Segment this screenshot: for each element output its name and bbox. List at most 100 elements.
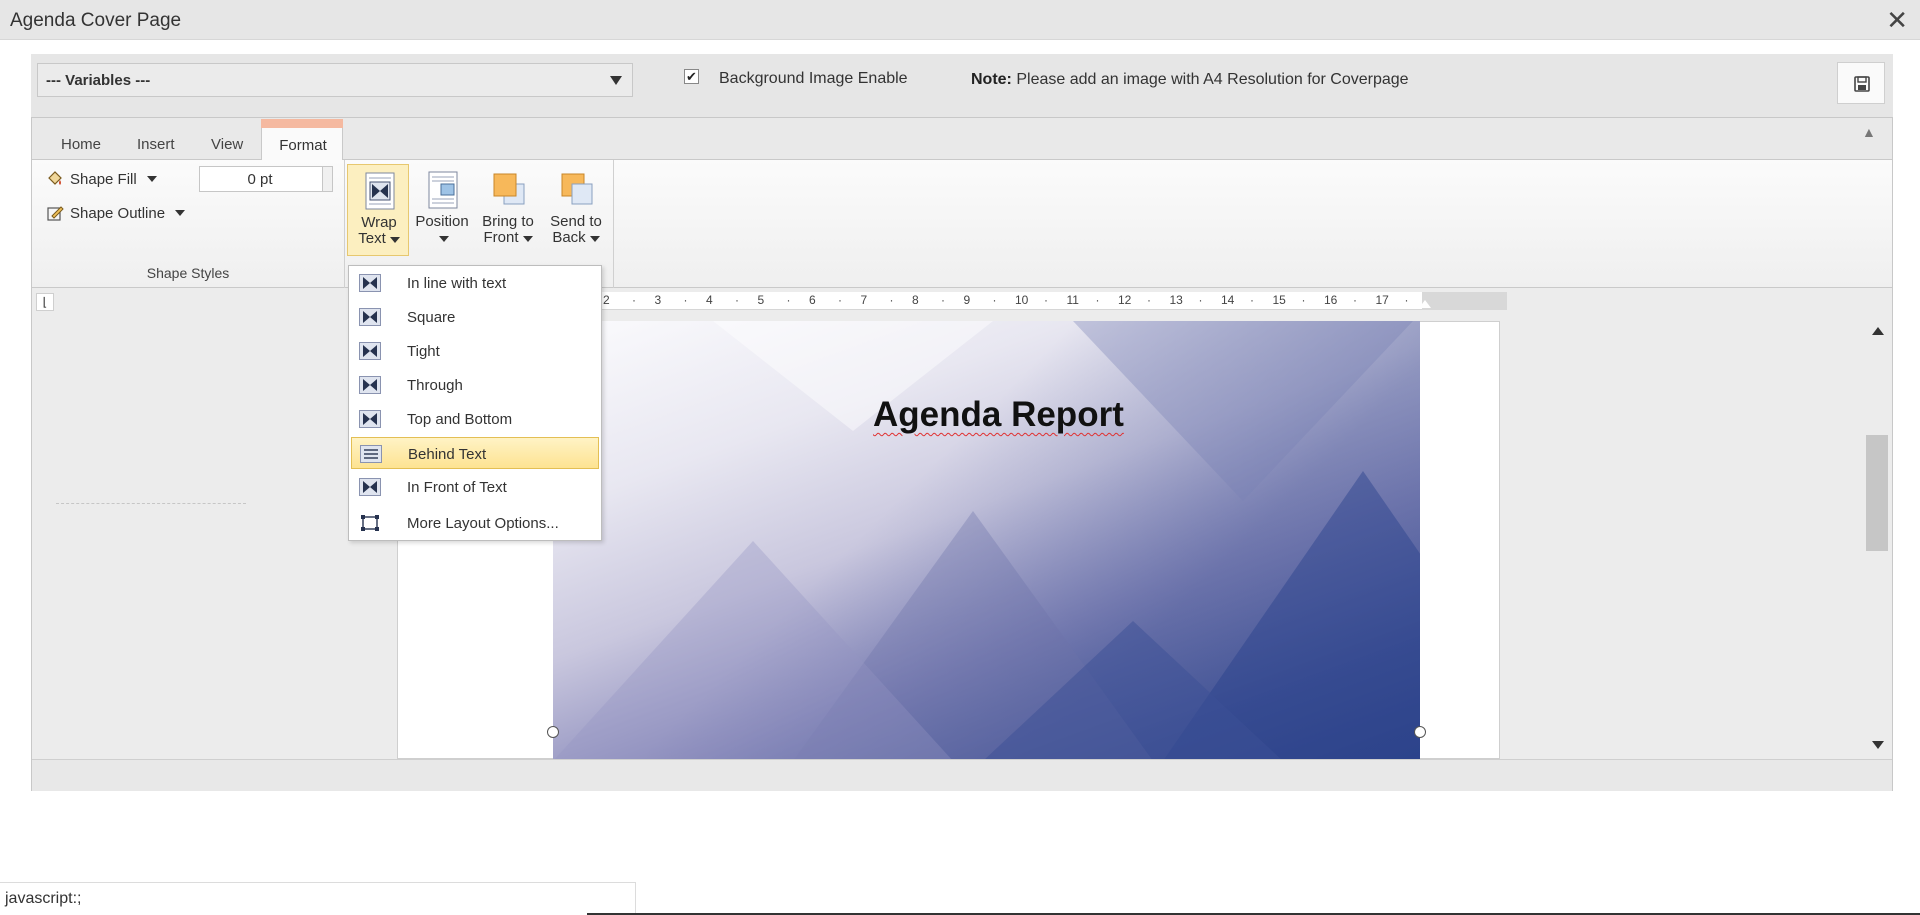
coverpage-note: Note: Please add an image with A4 Resolu… xyxy=(971,71,1409,89)
tab-home[interactable]: Home xyxy=(61,136,101,153)
chevron-down-icon xyxy=(389,237,400,243)
chevron-down-icon xyxy=(589,236,600,242)
tab-format-label: Format xyxy=(279,137,327,154)
right-indent-marker[interactable] xyxy=(1419,300,1431,308)
ruler-tick-mark: · xyxy=(1404,293,1409,307)
ruler-tick-mark: · xyxy=(786,293,791,307)
scroll-up-icon[interactable] xyxy=(1872,327,1884,335)
scrollbar-thumb[interactable] xyxy=(1866,435,1888,551)
wrap-text-menu: In line with text Square Tight Through T… xyxy=(348,265,602,541)
group-separator xyxy=(344,160,345,288)
wrap-text-icon xyxy=(365,172,395,210)
ruler-tick-mark: · xyxy=(735,293,739,307)
editor-status-bar xyxy=(32,759,1892,791)
menu-item-through[interactable]: Through xyxy=(351,369,599,401)
ruler-tick-mark: · xyxy=(632,293,636,307)
ruler-tick-mark: · xyxy=(1147,293,1151,307)
note-label: Note: xyxy=(971,71,1012,88)
ruler-tick-mark: · xyxy=(1198,293,1203,307)
ruler-tick-label: 9 xyxy=(963,293,971,307)
horizontal-ruler[interactable]: 1·2·3·4·5·6·7·8·9·10·11·12·13·14·15·16·1… xyxy=(552,292,1507,310)
send-to-back-button[interactable]: Send to Back xyxy=(545,164,607,256)
ruler-tick-label: 4 xyxy=(706,293,713,307)
ruler-tick-mark: · xyxy=(838,293,842,307)
ruler-tick-mark: · xyxy=(941,293,945,307)
ruler-tick-label: 17 xyxy=(1375,293,1389,307)
window-title: Agenda Cover Page xyxy=(10,10,182,31)
bring-to-front-icon xyxy=(493,173,525,205)
bring-to-front-label: Bring to Front xyxy=(477,214,539,246)
background-image-checkbox[interactable]: ✔ xyxy=(684,69,699,84)
close-icon[interactable]: ✕ xyxy=(1886,7,1908,33)
wrap-text-label-2: Text xyxy=(348,231,410,247)
bring-to-front-label-1: Bring to xyxy=(482,213,534,230)
menu-item-more-layout-options[interactable]: More Layout Options... xyxy=(351,507,599,539)
shape-outline-button[interactable]: Shape Outline xyxy=(46,204,186,222)
wrap-square-icon xyxy=(359,308,381,326)
ruler-tick-mark: · xyxy=(1250,293,1254,307)
shape-outline-label: Shape Outline xyxy=(70,204,166,222)
scroll-down-icon[interactable] xyxy=(1872,741,1884,749)
ruler-tick-mark: · xyxy=(1353,293,1357,307)
chevron-down-icon xyxy=(439,236,449,242)
ruler-tick-label: 15 xyxy=(1272,293,1286,307)
tab-format-accent xyxy=(261,119,343,128)
wrap-inline-icon xyxy=(359,274,381,292)
chevron-down-icon xyxy=(146,176,157,182)
ruler-tick-label: 13 xyxy=(1169,293,1183,307)
ruler-tick-mark: · xyxy=(1301,293,1306,307)
browser-status-bar: javascript:; xyxy=(0,882,636,915)
ruler-tick-label: 2 xyxy=(603,293,610,307)
note-text: Please add an image with A4 Resolution f… xyxy=(1011,71,1409,88)
ruler-tick-mark: · xyxy=(1044,293,1048,307)
group-separator xyxy=(613,160,614,288)
wrap-in-front-icon xyxy=(359,478,381,496)
ruler-tick-mark: · xyxy=(1095,293,1100,307)
paint-bucket-icon xyxy=(48,171,62,185)
resize-handle[interactable] xyxy=(1414,726,1426,738)
save-button[interactable] xyxy=(1837,62,1885,104)
ruler-tick-label: 8 xyxy=(912,293,919,307)
send-to-back-label-1: Send to xyxy=(550,213,602,230)
menu-item-square[interactable]: Square xyxy=(351,301,599,333)
variables-select[interactable]: --- Variables --- xyxy=(37,63,633,97)
ruler-margin xyxy=(1422,292,1507,310)
chevron-down-icon xyxy=(522,236,533,242)
ruler-tick-mark: · xyxy=(889,293,894,307)
position-label-text: Position xyxy=(415,213,469,230)
ruler-tick-label: 5 xyxy=(757,293,765,307)
wrap-text-button[interactable]: Wrap Text xyxy=(347,164,409,256)
ruler-tick-label: 16 xyxy=(1324,293,1338,307)
position-button[interactable]: Position xyxy=(411,164,473,256)
ruler-tick-label: 14 xyxy=(1221,293,1235,307)
wrap-top-bottom-icon xyxy=(359,410,381,428)
floppy-disk-icon xyxy=(1854,76,1870,92)
menu-item-inline[interactable]: In line with text xyxy=(351,267,599,299)
cover-background-image[interactable] xyxy=(553,321,1420,759)
resize-handle[interactable] xyxy=(547,726,559,738)
outline-width-input[interactable]: 0 pt xyxy=(199,166,333,192)
shape-styles-group-label: Shape Styles xyxy=(146,265,230,281)
variables-select-value: --- Variables --- xyxy=(46,72,151,89)
wrap-behind-text-icon xyxy=(360,445,382,463)
position-label: Position xyxy=(411,214,473,246)
menu-item-behind-text[interactable]: Behind Text xyxy=(351,437,599,469)
ruler-tick-label: 12 xyxy=(1118,293,1132,307)
collapse-ribbon-icon[interactable]: ▲ xyxy=(1862,124,1876,140)
menu-item-top-bottom[interactable]: Top and Bottom xyxy=(351,403,599,435)
send-to-back-icon xyxy=(561,173,593,205)
ruler-tick-label: 7 xyxy=(860,293,868,307)
chevron-down-icon xyxy=(175,210,186,216)
browser-status-text: javascript:; xyxy=(5,890,82,907)
document-title[interactable]: Agenda Report xyxy=(873,395,1124,435)
tab-insert[interactable]: Insert xyxy=(137,136,175,153)
bring-to-front-button[interactable]: Bring to Front xyxy=(477,164,539,256)
ruler-tick-mark: · xyxy=(683,293,688,307)
shape-fill-button[interactable]: Shape Fill xyxy=(46,170,157,188)
position-icon xyxy=(428,171,458,209)
menu-item-in-front-of-text[interactable]: In Front of Text xyxy=(351,471,599,503)
tab-stop-selector[interactable]: ⌊ xyxy=(36,293,54,311)
tab-view[interactable]: View xyxy=(211,136,243,153)
outline-width-spinner[interactable] xyxy=(322,167,332,191)
menu-item-tight[interactable]: Tight xyxy=(351,335,599,367)
